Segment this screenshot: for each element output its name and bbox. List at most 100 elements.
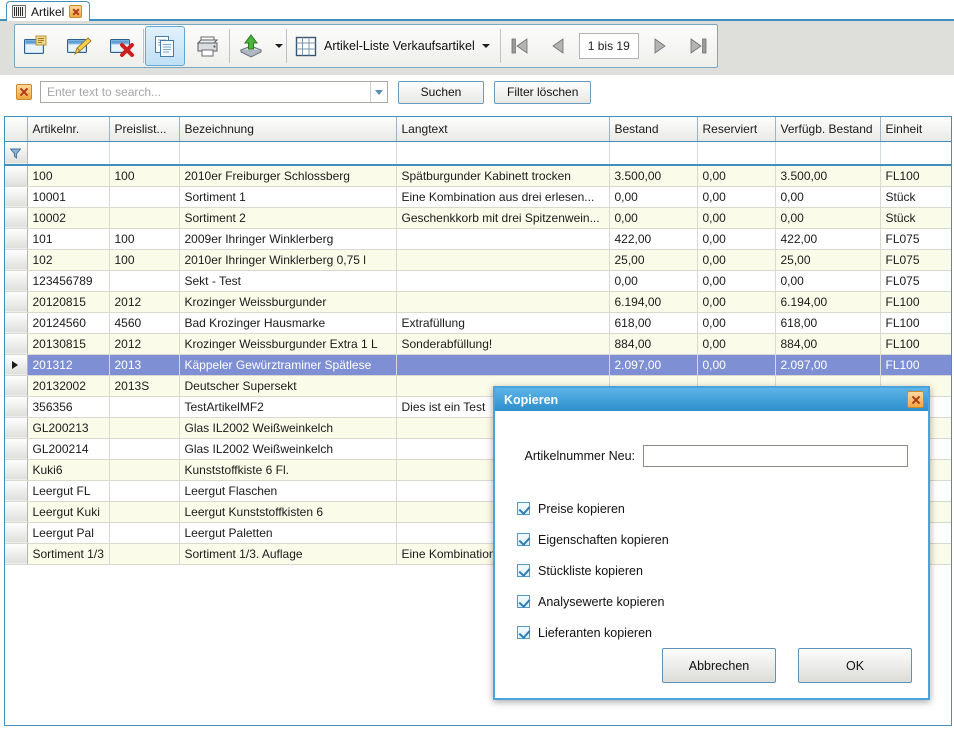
row-selector-cell[interactable]	[5, 249, 28, 271]
checkmark-icon[interactable]	[517, 595, 530, 608]
table-row[interactable]: 102 100 2010er Ihringer Winklerberg 0,75 l…	[5, 249, 951, 271]
table-row[interactable]: 201312 2013 Käppeler Gewürztraminer Spätle…	[5, 354, 951, 376]
cell-langtext	[396, 249, 610, 271]
column-header-bezeichnung[interactable]: Bezeichnung	[179, 117, 397, 142]
row-selector-cell[interactable]	[5, 312, 28, 334]
close-icon[interactable]	[907, 391, 924, 408]
row-selector-cell[interactable]	[5, 417, 28, 439]
export-up-arrow-icon	[239, 34, 263, 58]
cell-bezeichnung: Glas IL2002 Weißweinkelch	[179, 417, 397, 439]
filter-cell-artikelnr[interactable]	[27, 141, 110, 166]
table-row[interactable]: 123456789 Sekt - Test 0,00 0,00 0,00 FL075	[5, 270, 951, 292]
column-header-verfuegbarer-bestand[interactable]: Verfügb. Bestand	[775, 117, 881, 142]
export-button[interactable]	[230, 25, 272, 67]
dialog-title: Kopieren	[504, 392, 559, 407]
article-list-selector[interactable]: Artikel-Liste Verkaufsartikel	[287, 25, 500, 67]
record-range-display[interactable]: 1 bis 19	[578, 33, 639, 59]
cell-einheit: FL100	[880, 165, 951, 187]
article-number-input[interactable]	[643, 445, 908, 467]
column-header-artikelnr[interactable]: Artikelnr.	[27, 117, 110, 142]
search-input[interactable]	[41, 82, 370, 102]
first-page-button[interactable]	[501, 25, 539, 67]
checkmark-icon[interactable]	[517, 626, 530, 639]
checkbox-row-0[interactable]: Preise kopieren	[517, 493, 669, 524]
tab-artikel[interactable]: Artikel	[6, 1, 91, 21]
cell-langtext	[396, 270, 610, 292]
delete-article-button[interactable]	[101, 25, 143, 67]
clear-filter-button[interactable]: Filter löschen	[494, 80, 592, 104]
row-selector-cell[interactable]	[5, 522, 28, 544]
cell-preisliste	[109, 543, 180, 565]
cell-preisliste	[109, 207, 180, 229]
row-selector-cell[interactable]	[5, 480, 28, 502]
export-dropdown-button[interactable]	[272, 25, 286, 67]
row-selector-cell[interactable]	[5, 207, 28, 229]
column-header-einheit[interactable]: Einheit	[880, 117, 951, 142]
checkbox-row-3[interactable]: Analysewerte kopieren	[517, 586, 669, 617]
row-selector-cell[interactable]	[5, 354, 28, 376]
cancel-button[interactable]: Abbrechen	[662, 648, 776, 683]
clear-filter-icon[interactable]	[16, 84, 32, 100]
table-row[interactable]: 10002 Sortiment 2 Geschenkkorb mit drei Sp…	[5, 207, 951, 229]
filter-cell-bezeichnung[interactable]	[179, 141, 397, 166]
last-page-button[interactable]	[679, 25, 717, 67]
row-selector-cell[interactable]	[5, 459, 28, 481]
checkmark-icon[interactable]	[517, 533, 530, 546]
checkbox-row-4[interactable]: Lieferanten kopieren	[517, 617, 669, 648]
column-header-reserviert[interactable]: Reserviert	[697, 117, 776, 142]
row-selector-cell[interactable]	[5, 270, 28, 292]
row-selector-cell[interactable]	[5, 396, 28, 418]
row-selector-cell[interactable]	[5, 543, 28, 565]
dialog-title-bar[interactable]: Kopieren	[495, 388, 928, 411]
filter-cell-preisliste[interactable]	[109, 141, 180, 166]
column-header-langtext[interactable]: Langtext	[396, 117, 610, 142]
cell-bezeichnung: Glas IL2002 Weißweinkelch	[179, 438, 397, 460]
cell-bezeichnung: 2010er Freiburger Schlossberg	[179, 165, 397, 187]
checkbox-row-2[interactable]: Stückliste kopieren	[517, 555, 669, 586]
search-button[interactable]: Suchen	[398, 80, 484, 104]
filter-cell-bestand[interactable]	[609, 141, 698, 166]
table-row[interactable]: 20124560 4560 Bad Krozinger Hausmarke Extra…	[5, 312, 951, 334]
search-history-dropdown-button[interactable]	[370, 82, 387, 102]
column-header-bestand[interactable]: Bestand	[609, 117, 698, 142]
table-row[interactable]: 101 100 2009er Ihringer Winklerberg 422,00 0…	[5, 228, 951, 250]
row-selector-cell[interactable]	[5, 228, 28, 250]
cell-bezeichnung: Deutscher Supersekt	[179, 375, 397, 397]
edit-article-button[interactable]	[58, 25, 100, 67]
table-row[interactable]: 100 100 2010er Freiburger Schlossberg Spätb…	[5, 165, 951, 187]
column-header-preisliste[interactable]: Preislist...	[109, 117, 180, 142]
new-article-button[interactable]	[15, 25, 57, 67]
table-row[interactable]: 20120815 2012 Krozinger Weissburgunder 6.19…	[5, 291, 951, 313]
ok-button[interactable]: OK	[798, 648, 912, 683]
row-selector-cell[interactable]	[5, 165, 28, 187]
cell-einheit: Stück	[880, 207, 951, 229]
cell-artikelnr: 100	[27, 165, 110, 187]
copy-article-button[interactable]	[145, 26, 185, 66]
row-selector-cell[interactable]	[5, 186, 28, 208]
previous-page-button[interactable]	[539, 25, 577, 67]
close-icon[interactable]	[69, 5, 83, 18]
cell-einheit: FL100	[880, 312, 951, 334]
next-page-button[interactable]	[641, 25, 679, 67]
barcode-icon	[12, 5, 26, 18]
cell-artikelnr: Kuki6	[27, 459, 110, 481]
filter-cell-langtext[interactable]	[396, 141, 610, 166]
print-button[interactable]	[187, 25, 229, 67]
copy-print-group	[144, 25, 229, 67]
row-selector-cell[interactable]	[5, 438, 28, 460]
table-row[interactable]: 20130815 2012 Krozinger Weissburgunder Ext…	[5, 333, 951, 355]
filter-cell-verfuegbar[interactable]	[775, 141, 881, 166]
filter-cell-reserviert[interactable]	[697, 141, 776, 166]
row-selector-cell[interactable]	[5, 501, 28, 523]
filter-cell-einheit[interactable]	[880, 141, 951, 166]
row-selector-cell[interactable]	[5, 333, 28, 355]
checkmark-icon[interactable]	[517, 564, 530, 577]
checkbox-row-1[interactable]: Eigenschaften kopieren	[517, 524, 669, 555]
row-selector-cell[interactable]	[5, 375, 28, 397]
row-selector-cell[interactable]	[5, 291, 28, 313]
table-row[interactable]: 10001 Sortiment 1 Eine Kombination aus dre…	[5, 186, 951, 208]
cell-einheit: Stück	[880, 186, 951, 208]
checkmark-icon[interactable]	[517, 502, 530, 515]
cell-artikelnr: 356356	[27, 396, 110, 418]
cell-verfuegbar: 0,00	[775, 186, 881, 208]
